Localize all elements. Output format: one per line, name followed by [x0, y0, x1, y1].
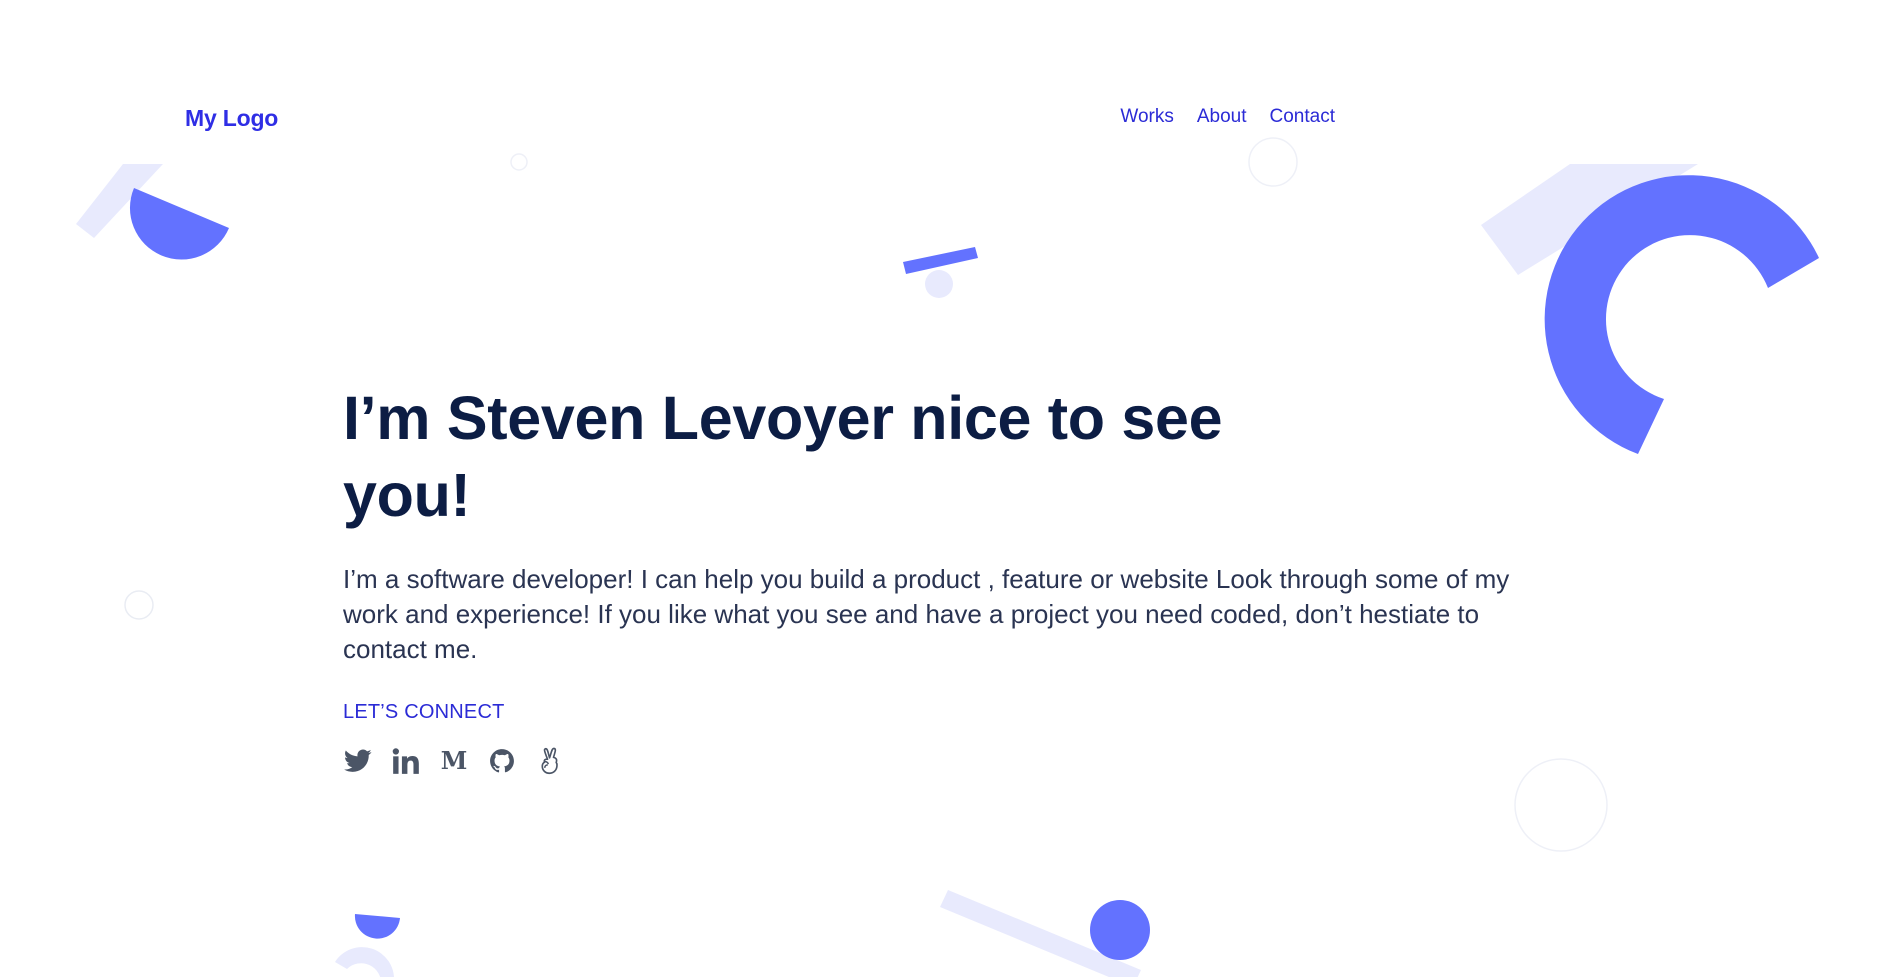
nav-about-link[interactable]: About	[1197, 106, 1247, 128]
hero-section: I’m Steven Levoyer nice to see you! I’m …	[343, 380, 1543, 776]
deco-light-bar-top-left	[76, 164, 163, 238]
deco-light-bar-top-right	[1481, 164, 1698, 275]
hero-title: I’m Steven Levoyer nice to see you!	[343, 384, 1223, 529]
lets-connect-label: LET’S CONNECT	[343, 701, 505, 723]
deco-big-arc	[1544, 175, 1819, 454]
medium-letter: M	[440, 746, 468, 775]
github-icon[interactable]	[487, 746, 517, 776]
deco-arc-bottom-left	[335, 947, 394, 977]
nav-contact-link[interactable]: Contact	[1270, 106, 1335, 128]
hero-description: I’m a software developer! I can help you…	[343, 564, 1510, 664]
deco-small-circle-top	[510, 153, 528, 171]
deco-dot-bottom	[1090, 900, 1150, 960]
page: My Logo Works About Contact I’m Steven L…	[0, 0, 1898, 977]
nav-works-link[interactable]: Works	[1120, 106, 1173, 128]
logo[interactable]: My Logo	[185, 105, 278, 132]
deco-half-circle-top-left	[129, 188, 229, 260]
angellist-icon[interactable]	[535, 746, 565, 776]
deco-circle-top-right	[1248, 137, 1298, 187]
twitter-icon[interactable]	[343, 746, 373, 776]
main-nav: Works About Contact	[1120, 106, 1335, 128]
linkedin-icon[interactable]	[391, 746, 421, 776]
deco-half-circle-bottom-left	[354, 914, 400, 939]
social-links: M	[343, 746, 1543, 776]
deco-bar-center	[903, 247, 978, 274]
deco-light-bar-bottom	[940, 890, 1141, 977]
deco-circle-left	[124, 590, 154, 620]
medium-icon[interactable]: M	[439, 746, 469, 776]
deco-dot-center	[925, 270, 953, 298]
